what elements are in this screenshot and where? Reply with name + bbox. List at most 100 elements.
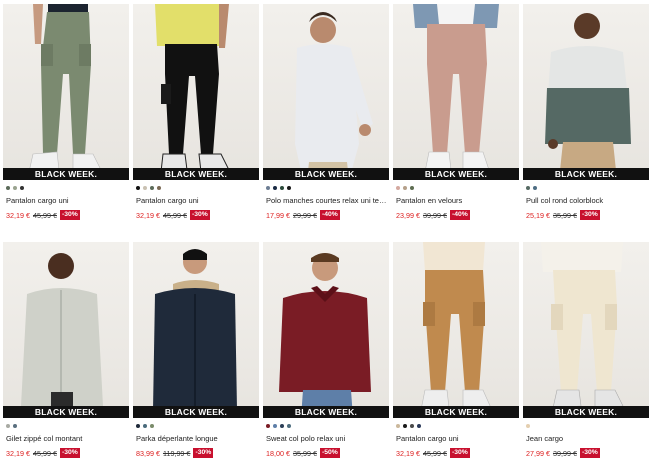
price-row: 32,19 € 45,99 € -30% (3, 448, 129, 458)
product-image[interactable]: BLACK WEEK. (523, 242, 649, 418)
color-swatch[interactable] (526, 424, 530, 428)
color-swatch[interactable] (6, 424, 10, 428)
product-card[interactable]: BLACK WEEK. Pantalon cargo uni 32,19 € 4… (393, 242, 519, 458)
color-swatches[interactable] (523, 422, 649, 430)
old-price: 35,99 € (292, 448, 317, 458)
product-image[interactable]: BLACK WEEK. (3, 242, 129, 418)
product-name[interactable]: Jean cargo (523, 434, 649, 443)
color-swatch[interactable] (13, 186, 17, 190)
price-row: 83,99 € 119,99 € -30% (133, 448, 259, 458)
old-price: 45,99 € (32, 448, 57, 458)
color-swatch[interactable] (20, 186, 24, 190)
current-price: 83,99 € (136, 448, 160, 458)
product-card[interactable]: BLACK WEEK. Pull col rond colorblock 25,… (523, 4, 649, 220)
product-image[interactable]: BLACK WEEK. (393, 242, 519, 418)
product-card[interactable]: BLACK WEEK. Pantalon cargo uni 32,19 € 4… (133, 4, 259, 220)
color-swatches[interactable] (133, 184, 259, 192)
product-image[interactable]: BLACK WEEK. (523, 4, 649, 180)
color-swatch[interactable] (273, 424, 277, 428)
old-price: 29,99 € (292, 210, 317, 220)
product-image[interactable]: BLACK WEEK. (263, 242, 389, 418)
color-swatches[interactable] (393, 422, 519, 430)
color-swatch[interactable] (136, 424, 140, 428)
color-swatch[interactable] (6, 186, 10, 190)
color-swatch[interactable] (287, 424, 291, 428)
color-swatch[interactable] (410, 424, 414, 428)
product-image[interactable]: BLACK WEEK. (133, 4, 259, 180)
product-card[interactable]: BLACK WEEK. Gilet zippé col montant 32,1… (3, 242, 129, 458)
product-card[interactable]: BLACK WEEK. Jean cargo 27,99 € 39,99 € -… (523, 242, 649, 458)
current-price: 27,99 € (526, 448, 550, 458)
product-image[interactable]: BLACK WEEK. (133, 242, 259, 418)
color-swatch[interactable] (273, 186, 277, 190)
black-week-banner: BLACK WEEK. (133, 406, 259, 418)
color-swatch[interactable] (410, 186, 414, 190)
color-swatch[interactable] (417, 424, 421, 428)
discount-badge: -30% (59, 448, 80, 458)
price-row: 27,99 € 39,99 € -30% (523, 448, 649, 458)
color-swatches[interactable] (263, 422, 389, 430)
color-swatches[interactable] (263, 184, 389, 192)
discount-badge: -50% (319, 448, 340, 458)
old-price: 45,99 € (422, 448, 447, 458)
color-swatch[interactable] (150, 424, 154, 428)
color-swatch[interactable] (150, 186, 154, 190)
product-name[interactable]: Pantalon en velours (393, 196, 519, 205)
product-name[interactable]: Pantalon cargo uni (393, 434, 519, 443)
color-swatch[interactable] (266, 186, 270, 190)
color-swatch[interactable] (13, 424, 17, 428)
color-swatch[interactable] (403, 186, 407, 190)
current-price: 25,19 € (526, 210, 550, 220)
product-name[interactable]: Pantalon cargo uni (133, 196, 259, 205)
black-week-banner: BLACK WEEK. (133, 168, 259, 180)
color-swatches[interactable] (3, 422, 129, 430)
price-row: 32,19 € 45,99 € -30% (3, 210, 129, 220)
color-swatch[interactable] (403, 424, 407, 428)
old-price: 39,99 € (422, 210, 447, 220)
color-swatch[interactable] (396, 186, 400, 190)
color-swatch[interactable] (526, 186, 530, 190)
discount-badge: -30% (449, 448, 470, 458)
product-name[interactable]: Pull col rond colorblock (523, 196, 649, 205)
product-card[interactable]: BLACK WEEK. Parka déperlante longue 83,9… (133, 242, 259, 458)
product-card[interactable]: BLACK WEEK. Pantalon cargo uni 32,19 € 4… (3, 4, 129, 220)
color-swatch[interactable] (533, 186, 537, 190)
product-name[interactable]: Polo manches courtes relax uni texturé (263, 196, 389, 205)
old-price: 45,99 € (162, 210, 187, 220)
black-week-banner: BLACK WEEK. (263, 168, 389, 180)
product-image[interactable]: BLACK WEEK. (3, 4, 129, 180)
black-week-banner: BLACK WEEK. (523, 168, 649, 180)
color-swatches[interactable] (133, 422, 259, 430)
product-name[interactable]: Gilet zippé col montant (3, 434, 129, 443)
old-price: 35,99 € (552, 210, 577, 220)
discount-badge: -30% (189, 210, 210, 220)
color-swatch[interactable] (280, 186, 284, 190)
price-row: 25,19 € 35,99 € -30% (523, 210, 649, 220)
current-price: 32,19 € (6, 210, 30, 220)
color-swatch[interactable] (266, 424, 270, 428)
product-name[interactable]: Pantalon cargo uni (3, 196, 129, 205)
color-swatch[interactable] (157, 186, 161, 190)
current-price: 32,19 € (6, 448, 30, 458)
color-swatches[interactable] (523, 184, 649, 192)
product-image[interactable]: BLACK WEEK. (393, 4, 519, 180)
price-row: 23,99 € 39,99 € -40% (393, 210, 519, 220)
product-card[interactable]: BLACK WEEK. Pantalon en velours 23,99 € … (393, 4, 519, 220)
product-image[interactable]: BLACK WEEK. (263, 4, 389, 180)
price-row: 18,00 € 35,99 € -50% (263, 448, 389, 458)
discount-badge: -30% (579, 448, 600, 458)
product-name[interactable]: Sweat col polo relax uni (263, 434, 389, 443)
color-swatch[interactable] (136, 186, 140, 190)
color-swatch[interactable] (143, 186, 147, 190)
color-swatch[interactable] (143, 424, 147, 428)
color-swatch[interactable] (287, 186, 291, 190)
product-name[interactable]: Parka déperlante longue (133, 434, 259, 443)
color-swatch[interactable] (396, 424, 400, 428)
product-card[interactable]: BLACK WEEK. Sweat col polo relax uni 18,… (263, 242, 389, 458)
product-card[interactable]: BLACK WEEK. Polo manches courtes relax u… (263, 4, 389, 220)
current-price: 23,99 € (396, 210, 420, 220)
discount-badge: -40% (319, 210, 340, 220)
color-swatches[interactable] (3, 184, 129, 192)
color-swatches[interactable] (393, 184, 519, 192)
color-swatch[interactable] (280, 424, 284, 428)
